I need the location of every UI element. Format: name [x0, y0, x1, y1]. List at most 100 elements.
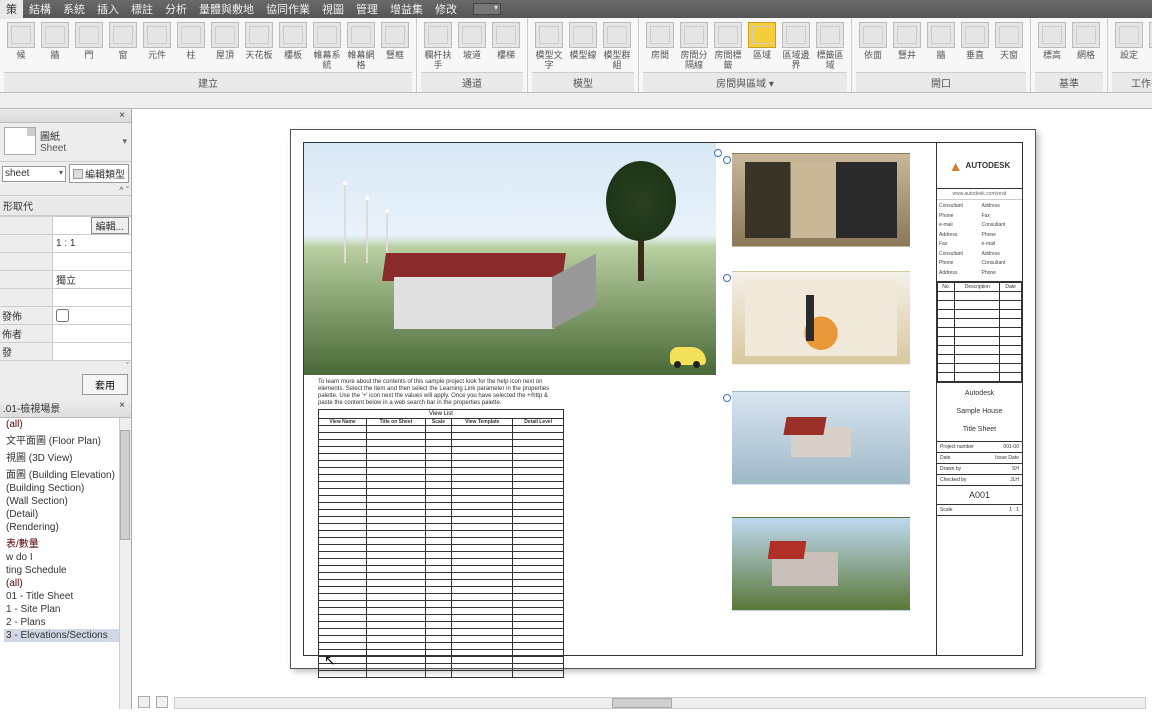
property-row[interactable]: 1 : 1 [0, 235, 131, 253]
viewport-section[interactable] [732, 391, 910, 485]
property-row[interactable]: 獨立 [0, 271, 131, 289]
viewport-render-1[interactable] [732, 153, 910, 247]
project-browser-tree[interactable]: (all)文平面圖 (Floor Plan)視圖 (3D View)面圖 (Bu… [0, 417, 131, 709]
property-value[interactable]: 編輯... [52, 217, 131, 234]
property-value[interactable]: 獨立 [52, 271, 131, 288]
pin-icon[interactable] [723, 274, 731, 282]
ribbon-button[interactable]: 房間分隔線 [677, 20, 711, 72]
property-row[interactable] [0, 253, 131, 271]
ribbon-button[interactable]: 坡道 [455, 20, 489, 72]
ribbon-button[interactable]: 房間標籤 [711, 20, 745, 72]
panel-dropdown-icon[interactable] [473, 3, 501, 15]
ribbon-button[interactable]: 元件 [140, 20, 174, 72]
property-group-header[interactable]: 形取代 [0, 195, 131, 216]
tree-item[interactable]: w do I [4, 551, 131, 564]
ribbon-button[interactable]: 屋頂 [208, 20, 242, 72]
ribbon-button[interactable]: 標高 [1035, 20, 1069, 72]
collapse-icon[interactable]: ˇ [0, 361, 131, 371]
tree-item[interactable]: (Wall Section) [4, 495, 131, 508]
ribbon-button[interactable]: 樓板 [276, 20, 310, 72]
property-row[interactable]: 發佈 [0, 307, 131, 325]
ribbon-panel-title[interactable]: 開口 [856, 72, 1026, 92]
tree-item[interactable]: 1 - Site Plan [4, 603, 131, 616]
ribbon-panel-title[interactable]: 通道 [421, 72, 523, 92]
collapse-icon[interactable]: ^ ˇ [0, 185, 131, 195]
menu-item[interactable]: 結構 [23, 0, 57, 19]
ribbon-button[interactable]: 模型群組 [600, 20, 634, 72]
tree-item[interactable]: (Rendering) [4, 521, 131, 534]
property-value[interactable] [52, 325, 131, 342]
checkbox[interactable] [56, 309, 69, 322]
ribbon-button[interactable]: 門 [72, 20, 106, 72]
ribbon-button[interactable]: 豎框 [378, 20, 412, 72]
viewport-render-2[interactable] [732, 271, 910, 365]
property-value[interactable] [52, 289, 131, 306]
ribbon-panel-title[interactable]: 模型 [532, 72, 634, 92]
scrollbar[interactable] [119, 418, 131, 709]
tree-item[interactable]: (Building Section) [4, 482, 131, 495]
ribbon-button[interactable]: 設定 [1112, 20, 1146, 72]
edit-button[interactable]: 編輯... [91, 217, 129, 234]
menu-item[interactable]: 量體與敷地 [193, 0, 260, 19]
ribbon-button[interactable]: 豎井 [890, 20, 924, 72]
menu-item[interactable]: 增益集 [384, 0, 429, 19]
menu-item[interactable]: 標註 [125, 0, 159, 19]
ribbon-button[interactable]: 天花板 [242, 20, 276, 72]
chevron-down-icon[interactable]: ▾ [122, 136, 127, 147]
scrollbar-thumb[interactable] [612, 698, 672, 708]
ribbon-panel-title[interactable]: 建立 [4, 72, 412, 92]
menu-item[interactable]: 視圖 [316, 0, 350, 19]
ribbon-button[interactable]: 垂直 [958, 20, 992, 72]
pin-icon[interactable] [723, 394, 731, 402]
ribbon-button[interactable]: 欄杆扶手 [421, 20, 455, 72]
ribbon-button[interactable]: 模型線 [566, 20, 600, 72]
ribbon-panel-title[interactable]: 房間與區域 ▾ [643, 72, 847, 92]
tree-group[interactable]: (all) [4, 418, 131, 431]
title-block[interactable]: ▲AUTODESK www.autodesk.com/revit Consult… [936, 143, 1022, 655]
menu-item[interactable]: 管理 [350, 0, 384, 19]
ribbon-button[interactable]: 牆 [924, 20, 958, 72]
drawing-area[interactable]: Autodesk® Revit® Basic Sample Project [132, 109, 1152, 709]
tree-item[interactable]: 視圖 (3D View) [4, 448, 131, 465]
ribbon-button[interactable]: 樓梯 [489, 20, 523, 72]
ribbon-button[interactable]: 房間 [643, 20, 677, 72]
viewport-3d-main[interactable] [304, 143, 716, 375]
instance-selector[interactable]: sheet [2, 166, 66, 182]
ribbon-button[interactable]: 模型文字 [532, 20, 566, 72]
ribbon-button[interactable]: 帷幕網格 [344, 20, 378, 72]
property-value[interactable] [52, 253, 131, 270]
ribbon-button[interactable]: 區域 [745, 20, 779, 72]
viewport-exterior[interactable] [732, 517, 910, 611]
property-row[interactable]: 編輯... [0, 217, 131, 235]
property-value[interactable] [52, 307, 131, 324]
property-value[interactable]: 1 : 1 [52, 235, 131, 252]
tree-group[interactable]: (all) [4, 577, 131, 590]
tree-item[interactable]: (Detail) [4, 508, 131, 521]
ribbon-button[interactable]: 天窗 [992, 20, 1026, 72]
ribbon-button[interactable]: 柱 [174, 20, 208, 72]
edit-type-button[interactable]: 編輯類型 [69, 164, 129, 183]
property-value[interactable] [52, 343, 131, 360]
menu-item[interactable]: 協同作業 [260, 0, 316, 19]
ribbon-button[interactable]: 帷幕系統 [310, 20, 344, 72]
tree-item[interactable]: 3 - Elevations/Sections [4, 629, 131, 642]
ribbon-panel-title[interactable]: 基準 [1035, 72, 1103, 92]
menu-item[interactable]: 修改 [429, 0, 463, 19]
property-row[interactable] [0, 289, 131, 307]
tree-item[interactable]: 01 - Title Sheet [4, 590, 131, 603]
ribbon-button[interactable]: 依面 [856, 20, 890, 72]
scrollbar-thumb[interactable] [120, 430, 130, 540]
tree-item[interactable]: 2 - Plans [4, 616, 131, 629]
tree-item[interactable]: 面圖 (Building Elevation) [4, 465, 131, 482]
view-list-schedule[interactable]: View ListView NameTitle on SheetScaleVie… [318, 409, 564, 678]
tree-group[interactable]: 表/數量 [4, 534, 131, 551]
menu-item[interactable]: 插入 [91, 0, 125, 19]
close-icon[interactable]: × [116, 400, 128, 415]
zoom-icon[interactable] [138, 696, 150, 708]
tree-item[interactable]: ting Schedule [4, 564, 131, 577]
menu-item[interactable]: 系統 [57, 0, 91, 19]
close-icon[interactable]: × [116, 110, 128, 121]
property-row[interactable]: 發 [0, 343, 131, 361]
menu-item[interactable]: 策 [0, 0, 23, 19]
ribbon-button[interactable]: 標籤區域 [813, 20, 847, 72]
